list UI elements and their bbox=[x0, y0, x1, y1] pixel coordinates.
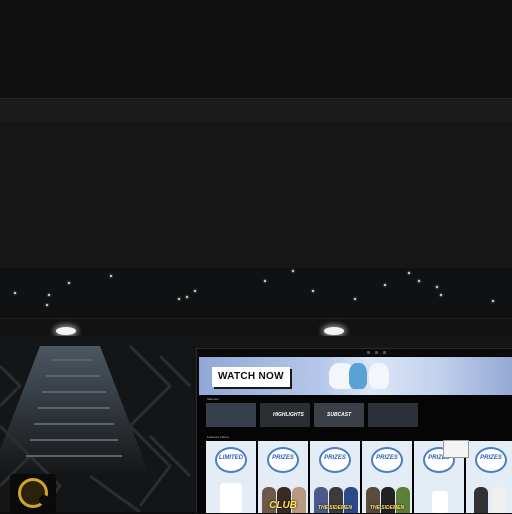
ceiling-beam bbox=[0, 98, 512, 124]
ceiling-soffit bbox=[0, 318, 512, 337]
product bbox=[432, 491, 448, 513]
browser-top-bar bbox=[197, 349, 512, 356]
card-people bbox=[468, 473, 512, 513]
card-badge: PRIZES bbox=[319, 447, 351, 473]
tv-screen: WATCH NOW Sidemen HIGHLIGHTS SUBCAST Fea… bbox=[196, 348, 512, 513]
star-light bbox=[312, 290, 314, 292]
hero-banner: WATCH NOW bbox=[199, 357, 512, 395]
tshirt bbox=[220, 483, 242, 513]
badge-text: PRIZES bbox=[324, 455, 346, 461]
video-thumbnail[interactable] bbox=[206, 403, 256, 427]
star-light bbox=[418, 280, 420, 282]
merch-card[interactable]: PRIZES THE SIDEMEN bbox=[362, 441, 412, 513]
star-light bbox=[292, 270, 294, 272]
star-light bbox=[194, 290, 196, 292]
person bbox=[474, 487, 488, 513]
ceiling bbox=[0, 0, 512, 100]
card-people bbox=[208, 473, 254, 513]
person bbox=[492, 487, 506, 513]
hero-figure bbox=[369, 363, 389, 389]
hero-figure bbox=[349, 363, 367, 389]
star-light bbox=[384, 284, 386, 286]
merch-card[interactable]: PRIZES bbox=[466, 441, 512, 513]
watch-now-button[interactable]: WATCH NOW bbox=[212, 367, 290, 387]
top-bar-icon bbox=[367, 351, 370, 354]
top-bar-icon bbox=[383, 351, 386, 354]
badge-text: PRIZES bbox=[480, 455, 502, 461]
card-badge: PRIZES bbox=[371, 447, 403, 473]
row-label: Featured Videos bbox=[207, 435, 229, 439]
video-thumbnail[interactable]: HIGHLIGHTS bbox=[260, 403, 310, 427]
star-ceiling bbox=[0, 268, 512, 318]
star-light bbox=[178, 298, 180, 300]
card-caption: THE SIDEMEN bbox=[369, 505, 405, 511]
video-thumbnail[interactable] bbox=[368, 403, 418, 427]
star-light bbox=[14, 292, 16, 294]
spot-light-left bbox=[56, 327, 76, 335]
card-badge: PRIZES bbox=[267, 447, 299, 473]
video-thumbnail[interactable]: SUBCAST bbox=[314, 403, 364, 427]
speaker-cone bbox=[18, 478, 49, 508]
star-light bbox=[408, 272, 410, 274]
star-light bbox=[354, 298, 356, 300]
row-label: Sidemen bbox=[207, 397, 219, 401]
card-caption: CLUB bbox=[269, 500, 297, 511]
star-light bbox=[46, 304, 48, 306]
card-badge: PRIZES bbox=[475, 447, 507, 473]
star-light bbox=[110, 275, 112, 277]
badge-text: PRIZES bbox=[272, 455, 294, 461]
back-wall bbox=[0, 122, 512, 268]
card-badge: LIMITED bbox=[215, 447, 247, 473]
video-title: SUBCAST bbox=[327, 412, 352, 418]
star-light bbox=[264, 280, 266, 282]
star-light bbox=[440, 294, 442, 296]
merch-card[interactable]: LIMITED bbox=[206, 441, 256, 513]
star-light bbox=[68, 282, 70, 284]
badge-text: PRIZES bbox=[376, 455, 398, 461]
spot-light-center bbox=[324, 327, 344, 335]
merch-card[interactable]: PRIZES CLUB bbox=[258, 441, 308, 513]
card-people bbox=[416, 473, 462, 513]
star-light bbox=[436, 286, 438, 288]
card-caption: THE SIDEMEN bbox=[317, 505, 353, 511]
star-light bbox=[492, 300, 494, 302]
star-light bbox=[48, 294, 50, 296]
badge-text: LIMITED bbox=[219, 455, 243, 461]
studio-monitor-speaker bbox=[10, 474, 56, 514]
speaker-dust-cap bbox=[39, 495, 49, 505]
video-title: HIGHLIGHTS bbox=[273, 412, 304, 418]
video-row: HIGHLIGHTS SUBCAST bbox=[206, 403, 512, 427]
popup-window[interactable] bbox=[443, 440, 469, 458]
merch-card[interactable]: PRIZES THE SIDEMEN bbox=[310, 441, 360, 513]
top-bar-icon bbox=[375, 351, 378, 354]
star-light bbox=[186, 296, 188, 298]
